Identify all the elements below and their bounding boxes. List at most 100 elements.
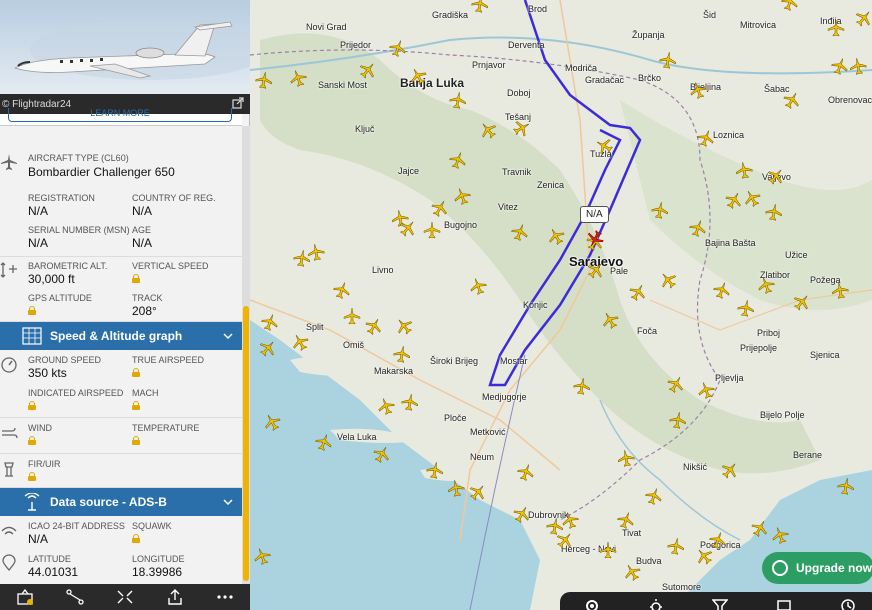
aircraft-marker-icon[interactable]: [783, 91, 801, 109]
aircraft-marker-icon[interactable]: [617, 449, 635, 467]
aircraft-marker-icon[interactable]: [599, 541, 617, 559]
aircraft-marker-icon[interactable]: [263, 413, 281, 431]
aircraft-marker-icon[interactable]: [781, 0, 799, 11]
aircraft-marker-icon[interactable]: [669, 411, 687, 429]
aircraft-marker-icon[interactable]: [453, 187, 471, 205]
aircraft-marker-icon[interactable]: [447, 479, 465, 497]
aircraft-marker-icon[interactable]: [431, 199, 449, 217]
aircraft-marker-icon[interactable]: [659, 271, 677, 289]
aircraft-marker-icon[interactable]: [629, 283, 647, 301]
aircraft-marker-icon[interactable]: [659, 51, 677, 69]
aircraft-marker-icon[interactable]: [291, 333, 309, 351]
aircraft-marker-icon[interactable]: [469, 483, 487, 501]
speed-altitude-graph-header[interactable]: Speed & Altitude graph: [0, 322, 242, 350]
aircraft-marker-icon[interactable]: [389, 39, 407, 57]
aircraft-marker-icon[interactable]: [253, 547, 271, 565]
aircraft-marker-icon[interactable]: [409, 67, 427, 85]
aircraft-marker-icon[interactable]: [695, 547, 713, 565]
aircraft-marker-icon[interactable]: [757, 276, 775, 294]
playback-icon[interactable]: [839, 598, 857, 610]
learn-more-button[interactable]: LEARN MORE: [8, 108, 232, 122]
aircraft-marker-icon[interactable]: [651, 201, 669, 219]
aircraft-marker-icon[interactable]: [595, 137, 613, 155]
settings-icon[interactable]: [583, 598, 601, 610]
aircraft-marker-icon[interactable]: [827, 19, 845, 37]
aircraft-marker-icon[interactable]: [793, 293, 811, 311]
aircraft-marker-icon[interactable]: [399, 219, 417, 237]
aircraft-marker-icon[interactable]: [689, 81, 707, 99]
aircraft-marker-icon[interactable]: [709, 531, 727, 549]
aircraft-marker-icon[interactable]: [697, 381, 715, 399]
aircraft-marker-icon[interactable]: [426, 461, 444, 479]
route-icon[interactable]: [64, 587, 86, 607]
widgets-icon[interactable]: [775, 598, 793, 610]
aircraft-marker-icon[interactable]: [513, 119, 531, 137]
aircraft-marker-icon[interactable]: [831, 281, 849, 299]
aircraft-marker-icon[interactable]: [513, 505, 531, 523]
aircraft-marker-icon[interactable]: [667, 375, 685, 393]
aircraft-marker-icon[interactable]: [737, 299, 755, 317]
aircraft-marker-icon[interactable]: [713, 281, 731, 299]
aircraft-marker-icon[interactable]: [359, 61, 377, 79]
share-icon[interactable]: [164, 587, 186, 607]
aircraft-marker-icon[interactable]: [289, 69, 307, 87]
aircraft-marker-icon[interactable]: [689, 219, 707, 237]
aircraft-marker-icon[interactable]: [849, 57, 867, 75]
aircraft-marker-icon[interactable]: [721, 461, 739, 479]
aircraft-marker-icon[interactable]: [556, 531, 574, 549]
aircraft-marker-icon[interactable]: [837, 477, 855, 495]
aircraft-marker-icon[interactable]: [735, 161, 753, 179]
panel-scrollbar[interactable]: [242, 126, 250, 584]
aircraft-marker-icon[interactable]: [617, 511, 635, 529]
aircraft-marker-icon[interactable]: [471, 0, 489, 13]
aircraft-marker-icon[interactable]: [561, 511, 579, 529]
aircraft-marker-icon[interactable]: [449, 151, 467, 169]
aircraft-marker-icon[interactable]: [343, 307, 361, 325]
aircraft-marker-icon[interactable]: [395, 317, 413, 335]
aircraft-marker-icon[interactable]: [855, 9, 872, 27]
aircraft-marker-icon[interactable]: [307, 243, 325, 261]
aircraft-marker-icon[interactable]: [601, 311, 619, 329]
aircraft-marker-icon[interactable]: [547, 227, 565, 245]
aircraft-marker-icon[interactable]: [623, 563, 641, 581]
aircraft-marker-icon[interactable]: [469, 277, 487, 295]
aircraft-marker-icon[interactable]: [261, 313, 279, 331]
aircraft-marker-icon[interactable]: [697, 129, 715, 147]
aircraft-marker-icon[interactable]: [423, 221, 441, 239]
aircraft-marker-icon[interactable]: [373, 445, 391, 463]
aircraft-marker-icon[interactable]: [315, 433, 333, 451]
more-icon[interactable]: [214, 587, 236, 607]
aircraft-marker-icon[interactable]: [771, 526, 789, 544]
filter-icon[interactable]: [711, 598, 729, 610]
weather-icon[interactable]: [647, 598, 665, 610]
external-link-icon[interactable]: [232, 96, 244, 112]
aircraft-marker-icon[interactable]: [751, 519, 769, 537]
follow-icon[interactable]: [14, 587, 36, 607]
aircraft-marker-icon[interactable]: [479, 121, 497, 139]
aircraft-marker-icon[interactable]: [259, 339, 277, 357]
aircraft-marker-icon[interactable]: [587, 261, 605, 279]
aircraft-marker-icon[interactable]: [401, 393, 419, 411]
aircraft-photo[interactable]: [0, 0, 250, 94]
aircraft-marker-icon[interactable]: [765, 203, 783, 221]
aircraft-marker-icon[interactable]: [393, 345, 411, 363]
aircraft-marker-icon[interactable]: [365, 317, 383, 335]
aircraft-marker-icon[interactable]: [333, 281, 351, 299]
aircraft-marker-icon[interactable]: [767, 167, 785, 185]
aircraft-marker-icon[interactable]: [449, 91, 467, 109]
selected-aircraft-icon[interactable]: [586, 230, 604, 248]
aircraft-marker-icon[interactable]: [645, 487, 663, 505]
aircraft-marker-icon[interactable]: [255, 71, 273, 89]
aircraft-marker-icon[interactable]: [667, 537, 685, 555]
aircraft-marker-icon[interactable]: [377, 397, 395, 415]
aircraft-marker-icon[interactable]: [743, 189, 761, 207]
aircraft-marker-icon[interactable]: [831, 57, 849, 75]
aircraft-marker-icon[interactable]: [517, 463, 535, 481]
scrollbar-thumb[interactable]: [243, 306, 249, 581]
selected-flight-label[interactable]: N/A: [580, 206, 609, 223]
data-source-header[interactable]: Data source - ADS-B: [0, 488, 242, 516]
aircraft-marker-icon[interactable]: [573, 377, 591, 395]
aircraft-marker-icon[interactable]: [511, 223, 529, 241]
3d-view-icon[interactable]: [114, 587, 136, 607]
upgrade-button[interactable]: Upgrade now: [762, 552, 872, 584]
